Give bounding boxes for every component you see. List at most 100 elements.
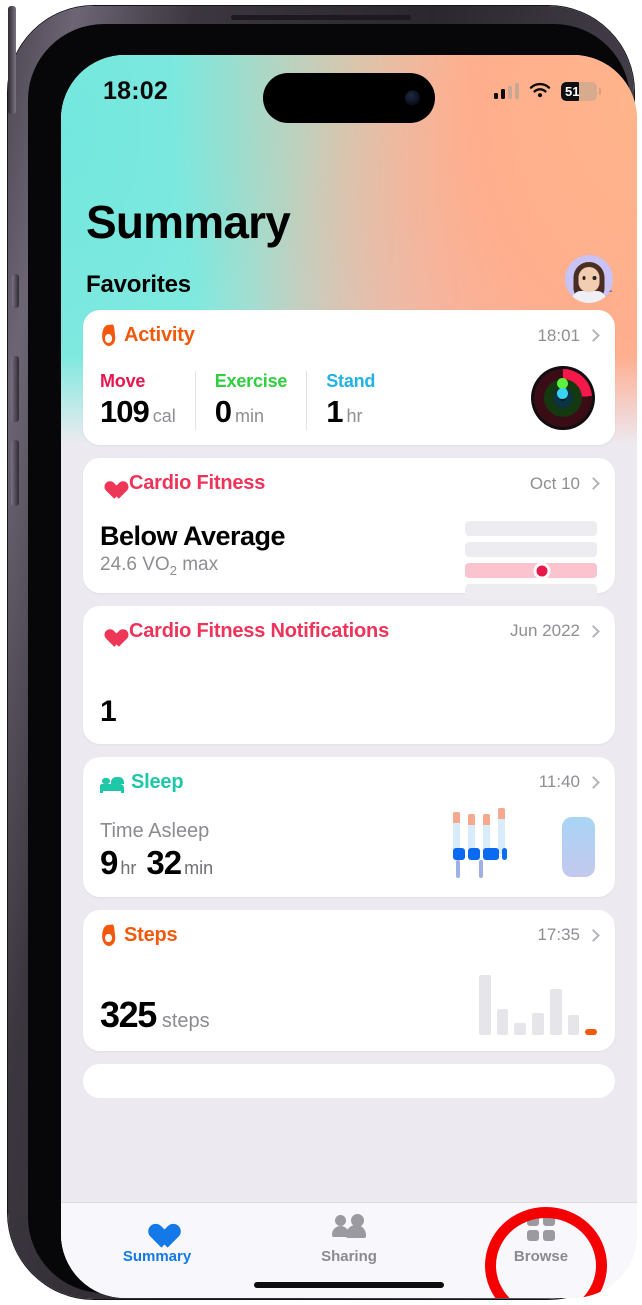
sleep-hours-value: 9 — [100, 843, 118, 881]
battery-percent-label: 51 — [565, 83, 580, 99]
chevron-right-icon — [587, 329, 600, 342]
metric-move-value: 109 — [100, 394, 150, 429]
sleep-minutes-value: 32 — [146, 843, 182, 881]
page-title: Summary — [86, 196, 291, 248]
metric-stand-label: Stand — [326, 371, 376, 391]
steps-unit: steps — [161, 1009, 210, 1032]
tab-sharing-label: Sharing — [321, 1248, 377, 1265]
metric-move: Move 109 cal — [100, 371, 195, 430]
steps-bar — [496, 1008, 509, 1035]
chevron-right-icon — [587, 477, 600, 490]
tab-summary-label: Summary — [122, 1248, 192, 1265]
tab-browse[interactable]: Browse — [445, 1214, 637, 1265]
favorites-header: Favorites Edit — [86, 271, 612, 299]
card-cardio-notifications-header: Cardio Fitness Notifications Jun 2022 — [100, 619, 600, 643]
metric-exercise-unit: min — [235, 406, 265, 426]
wifi-icon — [529, 82, 551, 98]
metric-stand-unit: hr — [346, 406, 363, 426]
cardio-fitness-range-chart — [465, 521, 597, 605]
card-sleep[interactable]: Sleep 11:40 Time Asleep 9 hr 32 min — [83, 756, 615, 897]
card-activity-title: Activity — [124, 324, 195, 346]
summary-scroll-area[interactable]: Summary Favorites Edit Activity — [61, 119, 637, 1202]
vo2-subscript: 2 — [169, 562, 177, 578]
dynamic-island — [263, 73, 435, 123]
card-cardio-notifications-title: Cardio Fitness Notifications — [129, 619, 389, 642]
cardio-fitness-marker — [536, 565, 548, 576]
mute-switch-button[interactable] — [12, 274, 19, 308]
card-cardio-fitness[interactable]: Cardio Fitness Oct 10 Below Average 24.6… — [83, 458, 615, 599]
home-indicator[interactable] — [254, 1282, 444, 1288]
card-next-partial[interactable] — [83, 1063, 615, 1098]
tab-summary[interactable]: Summary — [61, 1214, 253, 1265]
card-activity-time: 18:01 — [537, 325, 580, 345]
heart-icon — [142, 1214, 172, 1241]
card-sleep-title: Sleep — [131, 770, 184, 793]
metric-exercise-value: 0 — [214, 394, 232, 429]
status-indicators: 51 — [493, 81, 601, 101]
grid-icon — [527, 1214, 555, 1241]
sleep-hours-unit: hr — [120, 857, 137, 878]
card-cardio-fitness-time: Oct 10 — [529, 473, 580, 493]
heart-icon — [100, 622, 122, 641]
card-activity-header: Activity 18:01 — [100, 324, 600, 347]
vo2-tail: max — [176, 554, 219, 575]
activity-metrics: Move 109 cal Exercise 0 min Stand 1 hr — [100, 371, 598, 430]
sleep-label: Time Asleep — [100, 819, 210, 842]
chevron-right-icon — [587, 928, 600, 942]
card-steps-title: Steps — [124, 923, 178, 946]
steps-sparkline-chart — [479, 971, 598, 1035]
phone-frame: 18:02 51 Summary Favorites Activity 18:0… — [8, 6, 637, 1299]
card-sleep-time: 11:40 — [538, 772, 580, 792]
vo2-value: 24.6 VO — [100, 554, 170, 575]
steps-bar — [514, 1023, 527, 1035]
tab-sharing[interactable]: Sharing — [253, 1214, 445, 1265]
status-time: 18:02 — [103, 76, 168, 105]
steps-bar — [567, 1015, 580, 1035]
flame-icon — [100, 925, 117, 946]
flame-icon — [100, 325, 117, 346]
card-sleep-header: Sleep 11:40 — [100, 770, 600, 794]
metric-exercise: Exercise 0 min — [194, 371, 306, 430]
sleep-minutes-unit: min — [184, 857, 214, 878]
card-activity[interactable]: Activity 18:01 Move 109 cal Exercise 0 m… — [83, 310, 615, 445]
card-cardio-fitness-title: Cardio Fitness — [129, 472, 266, 494]
steps-bar — [585, 1028, 598, 1035]
metric-move-label: Move — [100, 371, 146, 391]
sleep-stages-chart — [453, 807, 517, 880]
volume-down-button[interactable] — [11, 440, 19, 506]
cellular-bars-icon — [493, 83, 519, 99]
sleep-gradient-swatch — [562, 816, 595, 877]
favorites-label: Favorites — [86, 271, 191, 298]
chevron-right-icon — [587, 775, 600, 789]
metric-exercise-label: Exercise — [214, 371, 288, 391]
tab-browse-label: Browse — [513, 1248, 569, 1265]
volume-up-button[interactable] — [11, 356, 19, 422]
card-steps[interactable]: Steps 17:35 325 steps — [83, 909, 615, 1051]
metric-stand: Stand 1 hr — [306, 371, 394, 430]
activity-rings-icon — [531, 366, 595, 430]
steps-bar — [549, 989, 562, 1035]
chevron-right-icon — [587, 624, 600, 638]
metric-move-unit: cal — [152, 406, 176, 426]
card-steps-header: Steps 17:35 — [100, 923, 600, 947]
steps-value: 325 — [100, 993, 157, 1035]
heart-icon — [100, 474, 122, 493]
card-cardio-fitness-header: Cardio Fitness Oct 10 — [100, 472, 600, 495]
card-cardio-notifications-time: Jun 2022 — [510, 621, 580, 641]
card-cardio-notifications[interactable]: Cardio Fitness Notifications Jun 2022 1 — [83, 605, 615, 744]
phone-screen: 18:02 51 Summary Favorites Activity 18:0… — [61, 55, 637, 1298]
steps-bar — [479, 974, 491, 1035]
phone-bezel: 18:02 51 Summary Favorites Activity 18:0… — [28, 24, 637, 1298]
metric-stand-value: 1 — [326, 394, 343, 429]
sleep-body: Time Asleep 9 hr 32 min — [100, 820, 598, 882]
earpiece-speaker — [231, 15, 411, 20]
card-steps-time: 17:35 — [537, 925, 580, 945]
people-icon — [332, 1214, 366, 1241]
power-button[interactable] — [8, 6, 16, 114]
avatar[interactable] — [565, 255, 613, 303]
cardio-notifications-value: 1 — [100, 694, 117, 728]
bed-icon — [100, 774, 124, 793]
steps-bar — [532, 1013, 544, 1035]
battery-icon: 51 — [561, 81, 601, 101]
front-camera-icon — [405, 90, 420, 106]
